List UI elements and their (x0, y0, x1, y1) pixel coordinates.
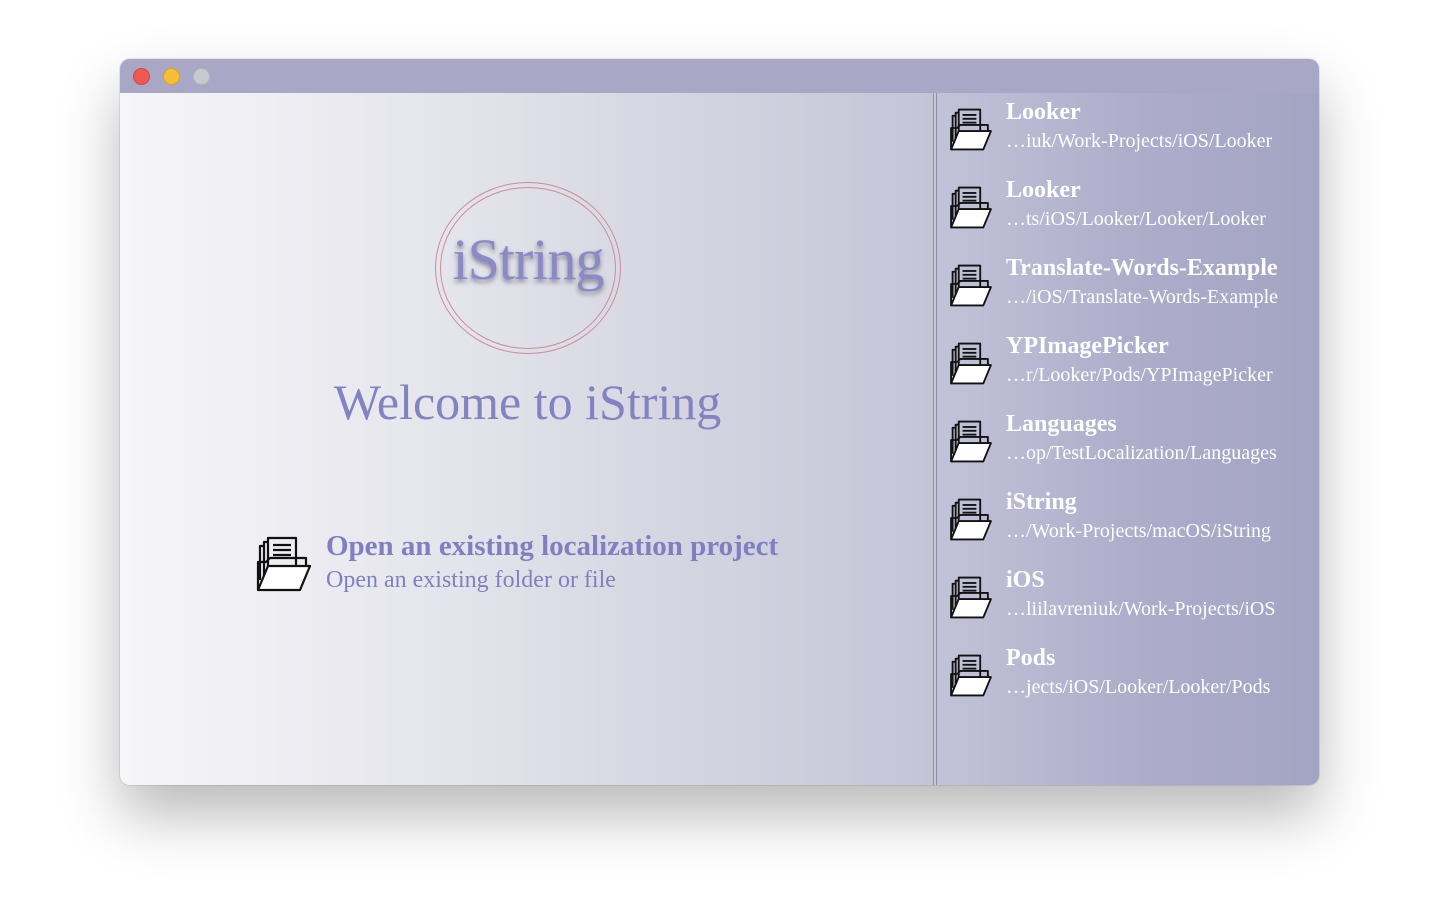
open-project-title: Open an existing localization project (326, 530, 779, 562)
recent-project-path: …jects/iOS/Looker/Looker/Pods (1006, 676, 1271, 698)
recent-project-item[interactable]: iString …/Work-Projects/macOS/iString (937, 483, 1319, 561)
folder-documents-icon (950, 576, 992, 619)
recent-project-name: Pods (1006, 645, 1056, 671)
minimize-window-button[interactable] (163, 68, 180, 85)
recent-project-name: Looker (1006, 99, 1081, 125)
recent-project-item[interactable]: iOS …liilavreniuk/Work-Projects/iOS (937, 561, 1319, 639)
recent-project-path: …r/Looker/Pods/YPImagePicker (1006, 364, 1273, 386)
open-project-button[interactable]: Open an existing localization project Op… (256, 528, 826, 598)
recent-project-name: Languages (1006, 411, 1117, 437)
app-window: iString Welcome to iString Open an exist… (120, 59, 1319, 785)
recent-project-path: …iuk/Work-Projects/iOS/Looker (1006, 130, 1273, 152)
recent-project-item[interactable]: Pods …jects/iOS/Looker/Looker/Pods (937, 639, 1319, 717)
recent-project-path: …/iOS/Translate-Words-Example (1006, 286, 1279, 308)
folder-documents-icon (950, 342, 992, 385)
logo-text: iString (452, 227, 605, 292)
recent-project-name: Looker (1006, 177, 1081, 203)
welcome-pane: iString Welcome to iString Open an exist… (120, 93, 933, 785)
folder-documents-icon (950, 498, 992, 541)
recent-project-item[interactable]: YPImagePicker …r/Looker/Pods/YPImagePick… (937, 327, 1319, 405)
recent-project-name: iString (1006, 489, 1077, 515)
recent-project-item[interactable]: Looker …ts/iOS/Looker/Looker/Looker (937, 171, 1319, 249)
recent-project-path: …liilavreniuk/Work-Projects/iOS (1006, 598, 1276, 620)
recent-project-name: YPImagePicker (1006, 333, 1169, 359)
recent-project-item[interactable]: Looker …iuk/Work-Projects/iOS/Looker (937, 93, 1319, 171)
title-bar[interactable] (120, 59, 1319, 93)
folder-documents-icon (950, 264, 992, 307)
folder-documents-icon (950, 420, 992, 463)
app-logo: iString (435, 182, 621, 354)
open-project-subtitle: Open an existing folder or file (326, 567, 616, 593)
folder-documents-icon (256, 536, 312, 592)
recent-project-item[interactable]: Languages …op/TestLocalization/Languages (937, 405, 1319, 483)
recent-project-path: …op/TestLocalization/Languages (1006, 442, 1277, 464)
folder-documents-icon (950, 108, 992, 151)
zoom-window-button[interactable] (193, 68, 210, 85)
folder-documents-icon (950, 654, 992, 697)
recent-projects-sidebar: Looker …iuk/Work-Projects/iOS/Looker Loo… (937, 93, 1319, 785)
recent-project-name: Translate-Words-Example (1006, 255, 1278, 281)
welcome-title: Welcome to iString (333, 374, 722, 430)
recent-project-item[interactable]: Translate-Words-Example …/iOS/Translate-… (937, 249, 1319, 327)
recent-project-path: …ts/iOS/Looker/Looker/Looker (1006, 208, 1266, 230)
recent-project-name: iOS (1006, 567, 1045, 593)
recent-project-path: …/Work-Projects/macOS/iString (1006, 520, 1272, 542)
close-window-button[interactable] (133, 68, 150, 85)
folder-documents-icon (950, 186, 992, 229)
